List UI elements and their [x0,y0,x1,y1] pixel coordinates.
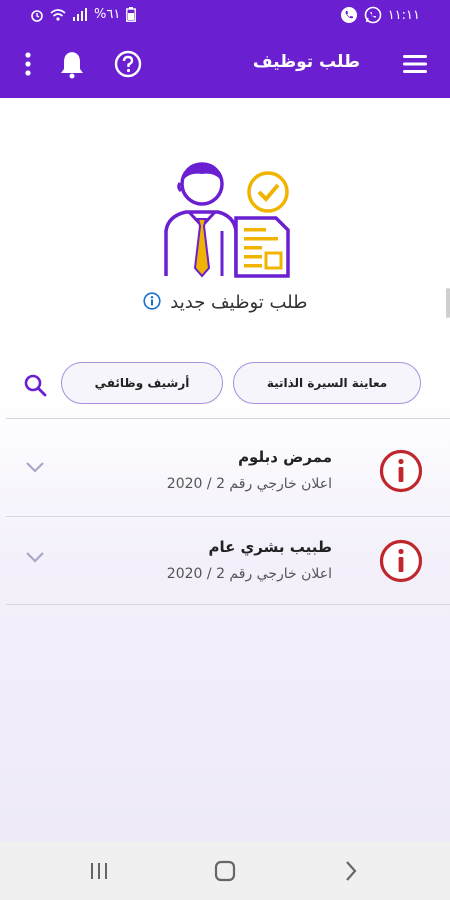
info-icon[interactable] [142,292,161,310]
notification-bell-icon[interactable] [58,49,86,79]
list-item[interactable]: ممرض دبلوم اعلان خارجي رقم 2 / 2020 [0,426,450,514]
archive-button[interactable]: أرشيف وظائفي [61,362,223,404]
back-icon[interactable] [336,858,366,884]
app-bar: طلب توظيف [0,32,450,98]
phone-call-icon [340,7,357,23]
divider [6,604,450,605]
help-icon[interactable] [114,50,142,78]
status-left: %٦١ [30,7,137,22]
new-application-label: طلب توظيف جديد [170,292,308,313]
divider [6,418,450,419]
alert-icon[interactable] [378,448,424,494]
chevron-down-icon[interactable] [24,550,46,564]
job-detail: اعلان خارجي رقم 2 / 2020 [166,476,332,492]
system-navigation-bar [0,842,450,900]
alert-icon[interactable] [378,538,424,584]
list-item[interactable]: طبيب بشري عام اعلان خارجي رقم 2 / 2020 [0,516,450,604]
job-title: طبيب بشري عام [208,538,332,556]
scrollbar[interactable] [446,288,450,318]
home-icon[interactable] [210,858,240,884]
new-application-link[interactable]: طلب توظيف جديد [0,292,450,313]
hamburger-menu-icon[interactable] [402,52,428,76]
job-applicant-illustration[interactable] [160,156,295,281]
status-bar: %٦١ ١١:١١ [0,0,450,32]
chevron-down-icon[interactable] [24,460,46,474]
more-vert-icon[interactable] [18,50,38,78]
search-icon[interactable] [22,372,48,398]
battery-icon [126,7,137,22]
recent-apps-icon[interactable] [84,858,114,884]
clock-text: ١١:١١ [387,7,420,23]
resume-preview-button[interactable]: معاينة السيرة الذاتية [233,362,421,404]
battery-text: %٦١ [94,7,121,22]
alarm-icon [31,9,43,22]
wifi-icon [50,8,66,21]
job-detail: اعلان خارجي رقم 2 / 2020 [166,566,332,582]
main-content: طلب توظيف جديد معاينة السيرة الذاتية أرش… [0,98,450,842]
whatsapp-icon [364,6,381,24]
page-title: طلب توظيف [252,52,360,72]
signal-icon [73,7,87,21]
status-right: ١١:١١ [340,6,420,24]
job-title: ممرض دبلوم [238,448,332,466]
